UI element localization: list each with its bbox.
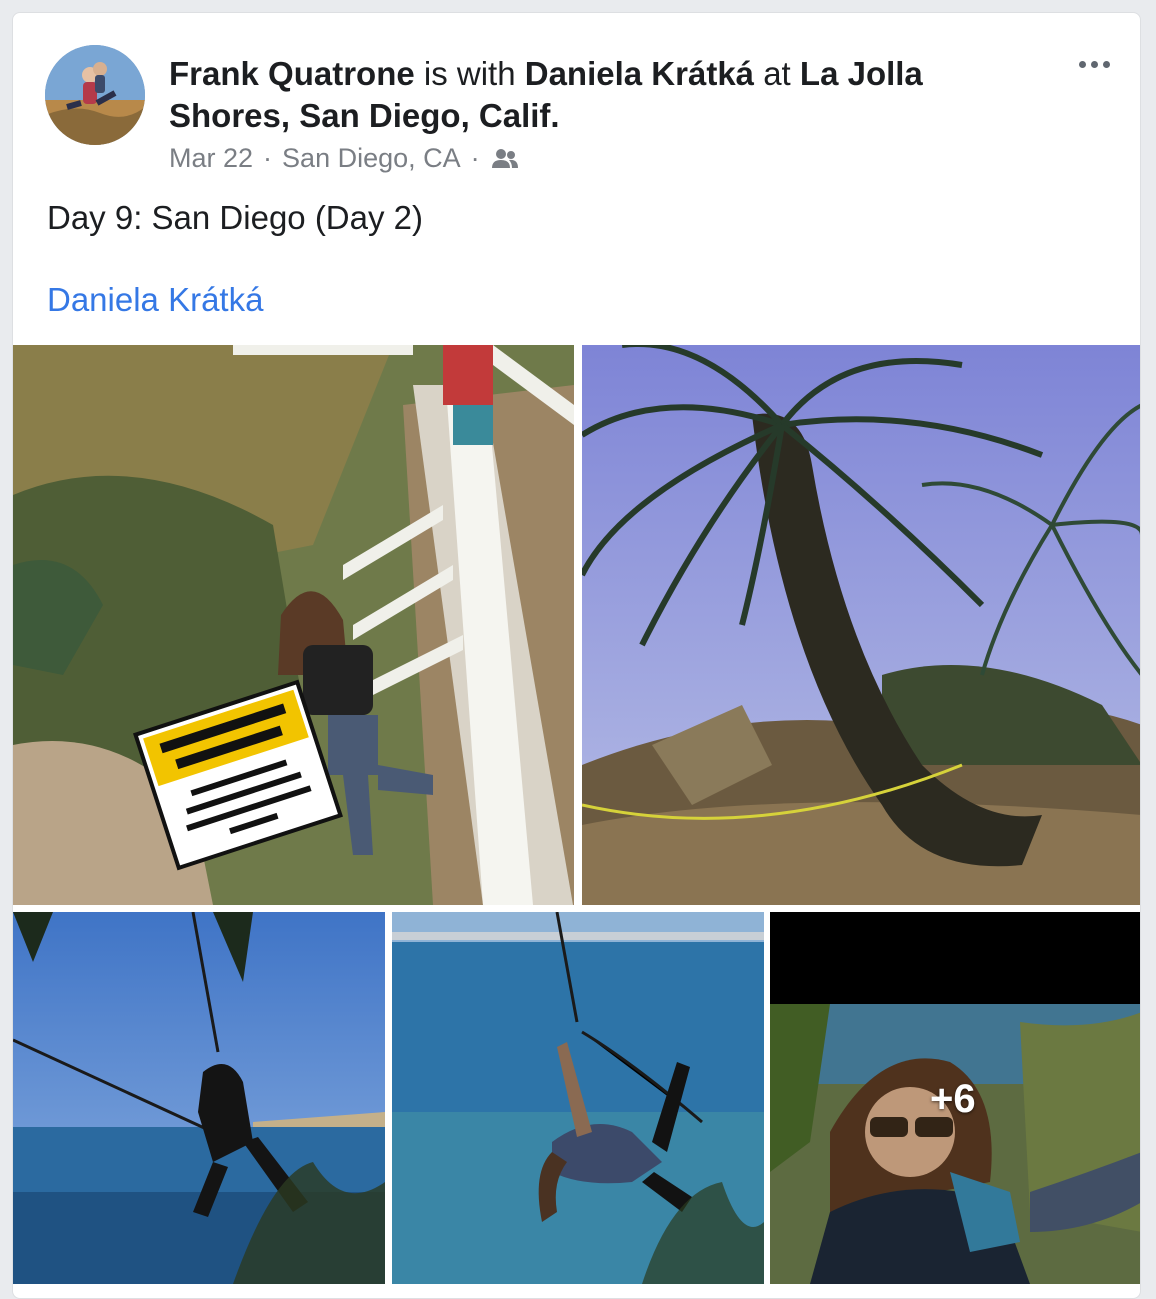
post-message: Day 9: San Diego (Day 2)	[47, 199, 424, 236]
with-text: is with	[423, 55, 516, 92]
dot-icon	[1102, 60, 1110, 68]
separator-dot: ·	[470, 143, 480, 173]
post-header: Frank Quatrone is with Daniela Krátká at…	[169, 53, 1029, 137]
post-meta: Mar 22 · San Diego, CA ·	[169, 143, 520, 174]
post-photo-5[interactable]: +6	[770, 912, 1140, 1284]
tagged-person[interactable]: Daniela Krátká	[525, 55, 754, 92]
post-date[interactable]: Mar 22	[169, 143, 253, 174]
post-photo-1[interactable]	[13, 345, 574, 905]
author-name[interactable]: Frank Quatrone	[169, 55, 415, 92]
at-text: at	[763, 55, 791, 92]
separator-dot: ·	[263, 143, 273, 173]
post-photo-3[interactable]	[13, 912, 385, 1284]
friends-icon[interactable]	[490, 147, 520, 171]
more-photos-count[interactable]: +6	[930, 1077, 976, 1122]
post-photo-4[interactable]	[392, 912, 764, 1284]
avatar[interactable]	[45, 45, 145, 145]
post-photo-2[interactable]	[582, 345, 1140, 905]
dot-icon	[1090, 60, 1098, 68]
dot-icon	[1078, 60, 1086, 68]
tagged-person-link[interactable]: Daniela Krátká	[47, 281, 263, 319]
more-options-button[interactable]	[1072, 49, 1116, 79]
feed-post: Frank Quatrone is with Daniela Krátká at…	[12, 12, 1141, 1299]
post-place[interactable]: San Diego, CA	[282, 143, 461, 174]
